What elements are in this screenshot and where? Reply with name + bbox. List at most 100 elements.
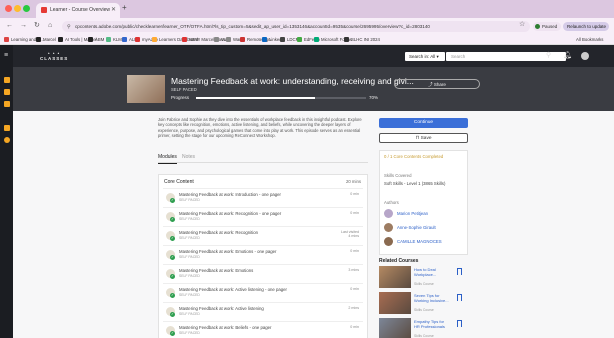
new-tab-button[interactable]: + [122,4,127,12]
author-name[interactable]: Marion Petitjean [397,211,428,216]
module-type: SELF PACED [179,293,200,297]
bookmark-favicon-icon [36,37,41,42]
module-row[interactable]: ✓ Mastering Feedback at work: Beliefs - o… [163,321,363,338]
bookmark-favicon-icon [152,37,157,42]
module-row[interactable]: ✓ Mastering Feedback at work: Recognition… [163,226,363,243]
module-icon: ✓ [166,231,175,241]
continue-button[interactable]: Continue [379,118,468,128]
address-bar-row: ← → ↻ ⌂ ⚲ cpcontents.adobe.com/public/ch… [0,18,614,35]
lock-icon: ⚲ [67,24,71,30]
module-meta: 0 min [350,249,359,253]
module-row[interactable]: ✓ Mastering Feedback at work: Active list… [163,283,363,300]
learning-icon[interactable] [4,125,10,131]
module-title: Mastering Feedback at work: Beliefs - on… [179,325,272,330]
bookmark-item[interactable]: Marcel [36,37,56,42]
core-content-duration: 20 mins [345,179,361,184]
all-bookmarks-button[interactable]: All Bookmarks [576,37,603,42]
module-row[interactable]: ✓ Mastering Feedback at work: Emotions SEL… [163,264,363,281]
module-meta: 0 min [350,192,359,196]
classes-logo[interactable]: • • • CLASSES [40,51,68,61]
progress-fill [196,97,315,99]
module-icon: ✓ [166,307,175,317]
bookmark-favicon-icon [226,37,231,42]
module-row[interactable]: ✓ Mastering Feedback at work: Emotions - … [163,245,363,262]
maximize-window-button[interactable] [23,5,30,12]
menu-icon[interactable]: ≡ [4,52,10,59]
check-icon: ✓ [170,293,175,298]
bookmark-icon[interactable] [457,294,462,301]
reload-icon[interactable]: ↻ [34,22,40,30]
bookmark-favicon-icon [4,37,9,42]
related-course-type: Skills Course [414,308,434,312]
check-icon: ✓ [170,236,175,241]
home-icon[interactable] [4,77,10,83]
related-course-title[interactable]: Seven Tips for Working Inclusive... [414,293,450,304]
close-window-button[interactable] [5,5,12,12]
related-courses-heading: Related Courses [379,258,419,264]
module-meta: 0 min [350,211,359,215]
module-type: SELF PACED [179,312,200,316]
check-icon: ✓ [170,274,175,279]
bookmark-favicon-icon [314,37,319,42]
notifications-icon[interactable]: 🔔︎ [563,52,572,60]
module-type: SELF PACED [179,198,200,202]
bookmark-item[interactable]: ABM [88,37,104,42]
module-type: SELF PACED [179,274,200,278]
bookmark-star-icon[interactable]: ☆ [519,21,525,29]
module-meta: Last visited 4 mins [341,230,359,239]
progress-bar [196,97,366,99]
save-button[interactable]: ⊓ Save [379,133,468,143]
search-placeholder: Search [451,54,466,59]
related-course-card[interactable]: Empathy Tips for HR Professionals Skills … [379,318,468,338]
module-title: Mastering Feedback at work: Active liste… [179,306,264,311]
catalog-icon[interactable] [4,89,10,95]
share-button[interactable]: ⤴ Share [394,79,480,89]
bookmark-icon[interactable] [457,320,462,327]
tab-strip: Learner - Course Overview ✕ + [0,0,614,18]
close-tab-icon[interactable]: ✕ [111,6,116,13]
related-course-title[interactable]: Empathy Tips for HR Professionals [414,319,450,330]
module-icon: ✓ [166,326,175,336]
back-icon[interactable]: ← [6,22,13,30]
related-course-thumbnail [379,292,411,314]
module-type: SELF PACED [179,331,200,335]
browser-tab[interactable]: Learner - Course Overview ✕ [36,3,120,18]
module-row[interactable]: ✓ Mastering Feedback at work: Recognition… [163,207,363,224]
bookmark-label: ABM [95,37,105,42]
search-scope-select[interactable]: Search in: All ▾ [405,52,445,61]
home-icon[interactable]: ⌂ [48,22,52,30]
module-row[interactable]: ✓ Mastering Feedback at work: Active list… [163,302,363,319]
author-name[interactable]: Anne-Sophie Girault [397,225,436,230]
bookmark-favicon-icon [135,37,140,42]
bookmark-favicon-icon [88,37,93,42]
forward-icon[interactable]: → [20,22,27,30]
grid-icon[interactable] [4,101,10,107]
module-row[interactable]: ✓ Mastering Feedback at work: Introductio… [163,188,363,205]
bookmark-favicon-icon [280,37,285,42]
profile-paused-button[interactable]: Paused [533,22,561,31]
module-icon: ✓ [166,288,175,298]
url-text: cpcontents.adobe.com/public/checklearner… [75,24,430,29]
url-bar[interactable]: ⚲ cpcontents.adobe.com/public/checklearn… [62,21,530,32]
relaunch-update-button[interactable]: Relaunch to update [563,22,609,31]
progress-label: Progress [171,95,190,100]
skills-heading: Skills Covered [384,173,412,178]
check-icon: ✓ [170,198,175,203]
author-name[interactable]: CAMILLE MAGNOCES [397,239,442,244]
minimize-window-button[interactable] [14,5,21,12]
related-course-card[interactable]: How to Deal Workplace... Skills Course [379,266,468,290]
bookmark-item[interactable]: SLHC INI 2024 [344,37,380,42]
search-icon[interactable]: ⚲ [546,52,551,60]
tab-modules[interactable]: Modules [158,154,177,164]
completion-summary: 0 / 1 Core Contents Completed [384,154,444,159]
skill-item: Soft Skills - Level 1 (3865 Skills) [384,181,446,186]
bookmark-favicon-icon [58,37,63,42]
bookmark-icon[interactable] [457,268,462,275]
tab-notes[interactable]: Notes [182,154,195,160]
badge-icon[interactable] [4,137,10,143]
bookmark-item[interactable]: KLM [106,37,122,42]
related-course-card[interactable]: Seven Tips for Working Inclusive... Skill… [379,292,468,316]
related-course-title[interactable]: How to Deal Workplace... [414,267,450,278]
avatar[interactable] [581,52,589,60]
module-title: Mastering Feedback at work: Recognition … [179,211,282,216]
